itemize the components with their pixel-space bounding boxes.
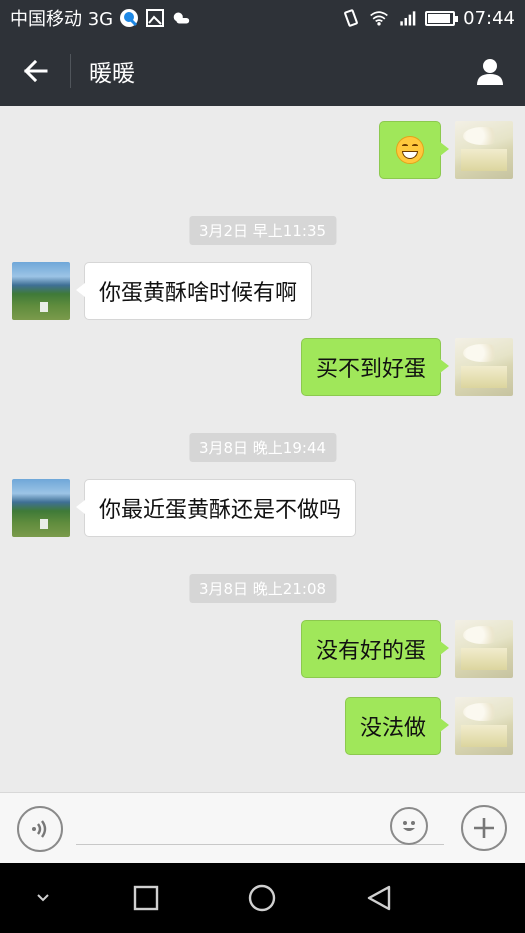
timestamp: 3月8日 晚上19:44 [188, 433, 337, 462]
header-divider [70, 54, 71, 88]
my-avatar[interactable] [455, 620, 513, 678]
grinning-face-icon [396, 136, 424, 164]
nav-hide-button[interactable] [23, 878, 63, 918]
profile-button[interactable] [455, 36, 525, 106]
smiley-icon [403, 821, 415, 831]
message-row [379, 121, 513, 179]
vibrate-icon [341, 8, 361, 28]
message-row: 没有好的蛋 [300, 620, 513, 678]
message-bubble-received[interactable]: 你最近蛋黄酥还是不做吗 [75, 479, 357, 537]
message-input[interactable] [76, 813, 444, 845]
circle-icon [248, 884, 276, 912]
plus-icon [474, 818, 494, 838]
my-avatar[interactable] [455, 697, 513, 755]
triangle-back-icon [367, 885, 391, 911]
message-bubble-sent[interactable]: 没有好的蛋 [300, 620, 450, 678]
message-bubble-sent[interactable] [379, 121, 449, 179]
message-row: 你最近蛋黄酥还是不做吗 [12, 479, 357, 537]
image-icon [145, 8, 165, 28]
message-list[interactable]: 3月2日 早上11:35 你蛋黄酥啥时候有啊 买不到好蛋 3月8日 晚上19:4… [0, 106, 525, 792]
message-bubble-sent[interactable]: 买不到好蛋 [300, 338, 450, 396]
timestamp: 3月2日 早上11:35 [188, 216, 337, 245]
signal-icon [397, 8, 417, 28]
message-bubble-sent[interactable]: 没法做 [344, 697, 450, 755]
carrier-label: 中国移动 3G [10, 9, 114, 30]
status-bar: 中国移动 3G 07:44 [0, 0, 525, 36]
arrow-left-icon [23, 59, 48, 83]
wifi-icon [369, 8, 389, 28]
chat-title: 暖暖 [89, 61, 135, 87]
square-icon [133, 885, 159, 911]
message-bubble-received[interactable]: 你蛋黄酥啥时候有啊 [75, 262, 313, 320]
back-button[interactable] [0, 36, 70, 106]
timestamp: 3月8日 晚上21:08 [188, 574, 337, 603]
person-icon [477, 59, 503, 85]
contact-avatar[interactable] [12, 262, 70, 320]
nav-recents-button[interactable] [126, 878, 166, 918]
chevron-down-icon [37, 894, 49, 902]
voice-button[interactable] [17, 806, 63, 852]
chat-header: 暖暖 [0, 36, 525, 106]
nav-home-button[interactable] [242, 878, 282, 918]
qq-icon [119, 8, 139, 28]
system-nav-bar [0, 863, 525, 933]
my-avatar[interactable] [455, 121, 513, 179]
message-row: 没法做 [344, 697, 513, 755]
voice-icon [32, 820, 47, 838]
more-button[interactable] [461, 805, 507, 851]
contact-avatar[interactable] [12, 479, 70, 537]
weather-icon [171, 8, 191, 28]
emoji-button[interactable] [390, 807, 428, 845]
my-avatar[interactable] [455, 338, 513, 396]
message-row: 你蛋黄酥啥时候有啊 [12, 262, 313, 320]
battery-icon [425, 10, 459, 26]
nav-back-button[interactable] [359, 878, 399, 918]
input-bar [0, 792, 525, 863]
clock: 07:44 [463, 7, 515, 29]
message-row: 买不到好蛋 [300, 338, 513, 396]
